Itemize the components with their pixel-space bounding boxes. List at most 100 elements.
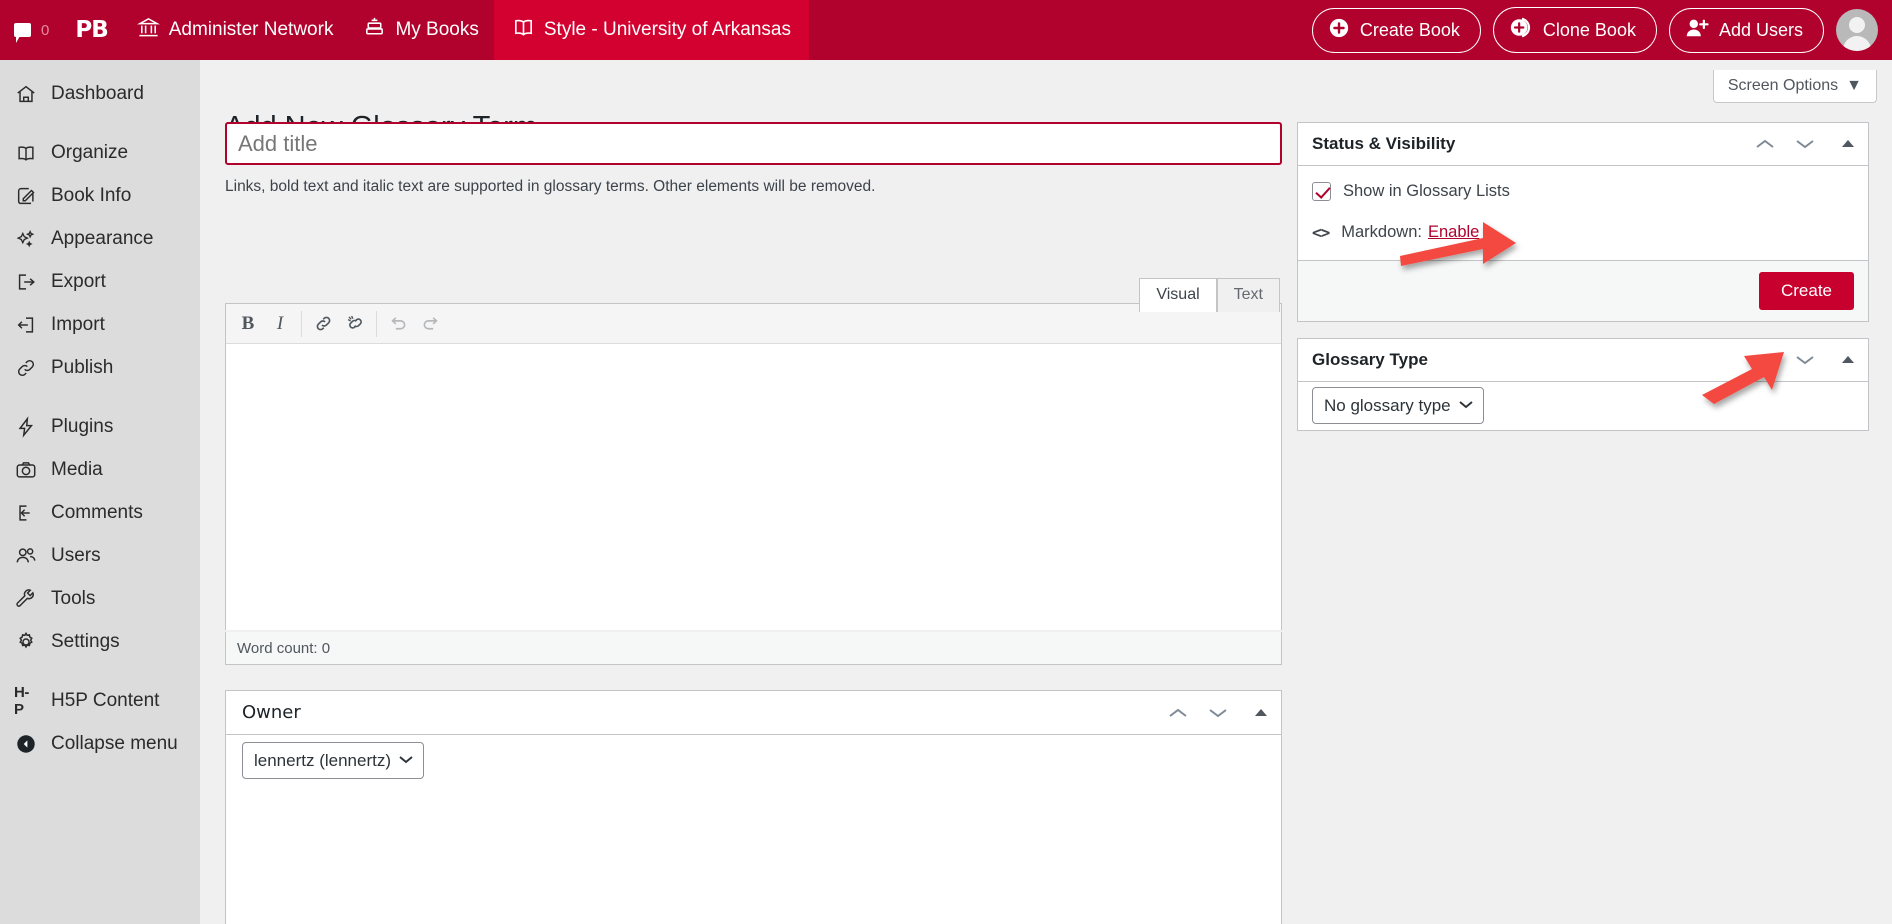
- adminbar-item-current-book[interactable]: Style - University of Arkansas: [493, 0, 809, 60]
- sidebar-item-dashboard[interactable]: Dashboard: [0, 72, 200, 115]
- edit-square-icon: [14, 184, 38, 208]
- comments-indicator[interactable]: 0: [0, 0, 61, 60]
- owner-metabox-title: Owner: [242, 702, 301, 723]
- owner-metabox: Owner lennertz (lennertz): [225, 690, 1282, 924]
- glossary-type-select[interactable]: No glossary type: [1312, 387, 1484, 424]
- bold-button[interactable]: B: [232, 308, 264, 340]
- wrench-icon: [14, 587, 38, 611]
- adminbar-item-administer-network[interactable]: Administer Network: [122, 0, 349, 60]
- toggle-panel-icon[interactable]: [1840, 138, 1856, 150]
- sidebar-divider: [0, 115, 200, 131]
- sidebar-item-collapse-menu[interactable]: Collapse menu: [0, 722, 200, 765]
- remove-link-button[interactable]: [339, 308, 371, 340]
- sidebar-label: Tools: [51, 587, 96, 609]
- sidebar-item-publish[interactable]: Publish: [0, 346, 200, 389]
- main-content: Screen Options ▼ Add New Glossary Term L…: [200, 60, 1892, 924]
- open-book-icon: [14, 141, 38, 165]
- owner-select[interactable]: lennertz (lennertz): [242, 742, 425, 779]
- books-icon: [363, 16, 386, 45]
- sidebar-item-export[interactable]: Export: [0, 260, 200, 303]
- sidebar-item-import[interactable]: Import: [0, 303, 200, 346]
- comment-bubble-icon: [14, 23, 31, 43]
- tab-visual[interactable]: Visual: [1139, 278, 1217, 312]
- create-button[interactable]: Create: [1758, 272, 1854, 310]
- show-in-glossary-lists-row: Show in Glossary Lists: [1312, 182, 1854, 201]
- status-visibility-controls: [1754, 137, 1856, 151]
- sidebar-item-organize[interactable]: Organize: [0, 131, 200, 174]
- move-down-icon[interactable]: [1207, 706, 1229, 720]
- status-visibility-header: Status & Visibility: [1298, 123, 1868, 166]
- insert-link-button[interactable]: [307, 308, 339, 340]
- create-book-button[interactable]: Create Book: [1311, 7, 1481, 53]
- toggle-panel-icon[interactable]: [1253, 707, 1269, 719]
- admin-bar: 0 PB Administer Network My Books Style -…: [0, 0, 1892, 60]
- sidebar-label: Plugins: [51, 415, 114, 437]
- sidebar-item-plugins[interactable]: Plugins: [0, 405, 200, 448]
- show-in-glossary-lists-checkbox[interactable]: [1312, 182, 1331, 201]
- clone-book-button[interactable]: Clone Book: [1492, 7, 1657, 53]
- sidebar-label: Comments: [51, 501, 143, 523]
- italic-button[interactable]: I: [264, 308, 296, 340]
- sidebar-label: Book Info: [51, 184, 132, 206]
- move-down-icon[interactable]: [1794, 137, 1816, 151]
- add-users-button[interactable]: Add Users: [1668, 7, 1824, 53]
- screen-options-toggle[interactable]: Screen Options ▼: [1712, 70, 1877, 103]
- show-in-glossary-lists-label: Show in Glossary Lists: [1343, 182, 1510, 200]
- sidebar-item-book-info[interactable]: Book Info: [0, 174, 200, 217]
- sidebar-label: Media: [51, 458, 103, 480]
- toolbar-separator: [376, 310, 377, 337]
- export-arrow-icon: [14, 270, 38, 294]
- collapse-left-icon: [14, 732, 38, 756]
- adminbar-item-my-books[interactable]: My Books: [348, 0, 493, 60]
- sidebar-label: Import: [51, 313, 105, 335]
- glossary-type-select-wrap: No glossary type: [1312, 387, 1484, 424]
- title-input[interactable]: [225, 122, 1282, 165]
- tab-text[interactable]: Text: [1216, 278, 1280, 312]
- sidebar-label: Publish: [51, 356, 114, 378]
- sidebar-label: Appearance: [51, 227, 154, 249]
- sidebar-divider: [0, 663, 200, 679]
- move-down-icon[interactable]: [1794, 353, 1816, 367]
- screen-options-label: Screen Options: [1727, 77, 1839, 94]
- users-icon: [14, 544, 38, 568]
- sidebar-label: Export: [51, 270, 106, 292]
- create-book-label: Create Book: [1359, 19, 1460, 40]
- sidebar-label: Collapse menu: [51, 732, 178, 754]
- adminbar-label: Administer Network: [168, 19, 334, 40]
- content-editor: B I: [225, 303, 1282, 630]
- sidebar-item-settings[interactable]: Settings: [0, 620, 200, 663]
- sparkles-icon: [14, 227, 38, 251]
- editor-mode-tabs: Visual Text: [1139, 277, 1280, 312]
- sidebar-label: H5P Content: [51, 689, 160, 711]
- sidebar-divider: [0, 389, 200, 405]
- user-plus-icon: [1685, 17, 1709, 44]
- sidebar-item-users[interactable]: Users: [0, 534, 200, 577]
- avatar[interactable]: [1836, 9, 1878, 51]
- redo-button[interactable]: [414, 308, 446, 340]
- title-help-text: Links, bold text and italic text are sup…: [225, 178, 876, 195]
- move-up-icon[interactable]: [1754, 353, 1776, 367]
- undo-button[interactable]: [382, 308, 414, 340]
- markdown-row: <> Markdown: Enable: [1312, 223, 1854, 242]
- glossary-type-header: Glossary Type: [1298, 339, 1868, 382]
- markdown-enable-link[interactable]: Enable: [1428, 223, 1479, 242]
- move-up-icon[interactable]: [1167, 706, 1189, 720]
- glossary-type-title: Glossary Type: [1312, 350, 1428, 369]
- sidebar-item-media[interactable]: Media: [0, 448, 200, 491]
- editor-content-area[interactable]: [226, 344, 1281, 630]
- toggle-panel-icon[interactable]: [1840, 354, 1856, 366]
- pressbooks-logo[interactable]: PB: [61, 17, 121, 43]
- sidebar-label: Users: [51, 544, 101, 566]
- move-up-icon[interactable]: [1754, 137, 1776, 151]
- owner-select-wrap: lennertz (lennertz): [242, 742, 425, 779]
- clone-book-label: Clone Book: [1542, 19, 1636, 40]
- sidebar-item-comments[interactable]: Comments: [0, 491, 200, 534]
- sidebar-item-appearance[interactable]: Appearance: [0, 217, 200, 260]
- sidebar-item-h5p-content[interactable]: H-P H5P Content: [0, 679, 200, 722]
- h5p-icon: H-P: [14, 683, 29, 718]
- sidebar-item-tools[interactable]: Tools: [0, 577, 200, 620]
- add-users-label: Add Users: [1718, 19, 1803, 40]
- glossary-type-body: No glossary type: [1298, 382, 1868, 430]
- open-book-icon: [512, 16, 535, 45]
- adminbar-label: Style - University of Arkansas: [543, 19, 791, 40]
